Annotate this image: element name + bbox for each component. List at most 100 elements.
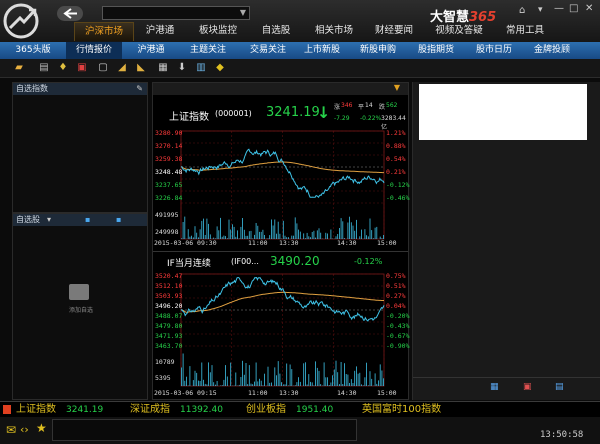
- volume-bar: [216, 381, 218, 386]
- diamond-icon[interactable]: ◆: [214, 62, 226, 74]
- subtab-trading[interactable]: 交易关注: [242, 42, 294, 59]
- print-icon[interactable]: ▤: [38, 62, 50, 74]
- ruler-icon[interactable]: ◢: [116, 62, 128, 74]
- subtab-quotes[interactable]: 行情报价: [66, 42, 122, 59]
- dropdown-icon[interactable]: ▾: [47, 214, 51, 226]
- volume-bar: [354, 370, 356, 386]
- volume-bar: [340, 362, 342, 386]
- list-icon[interactable]: ▤: [555, 382, 564, 392]
- volume-bar: [184, 380, 186, 386]
- email-icon[interactable]: ✉: [6, 423, 16, 437]
- window-icon-2[interactable]: ▪: [116, 214, 121, 226]
- chevron-down-icon[interactable]: ▼: [240, 8, 246, 17]
- volume-bar: [294, 385, 296, 386]
- chart-icon[interactable]: ▣: [76, 62, 88, 74]
- folder-icon[interactable]: ▰: [13, 62, 25, 74]
- ticker-value: 1951.40: [296, 405, 334, 415]
- subtab-hugangtong[interactable]: 沪港通: [128, 42, 174, 59]
- maximize-button[interactable]: □: [569, 3, 578, 14]
- volume-bar: [323, 362, 325, 386]
- ticker-value: 11392.40: [180, 405, 223, 415]
- volume-bar: [316, 230, 318, 239]
- minimize-button[interactable]: —: [554, 3, 564, 14]
- subtab-new-listings[interactable]: 上市新股: [296, 42, 348, 59]
- chevron-down-icon[interactable]: ▼: [394, 83, 400, 92]
- volume-bar: [220, 217, 221, 239]
- search-input[interactable]: ▼: [102, 6, 250, 20]
- chart1-xtick: 13:30: [279, 239, 299, 247]
- nav-tab-hushen[interactable]: 沪深市场: [74, 22, 134, 41]
- close-button[interactable]: ✕: [585, 3, 593, 14]
- volume-bar: [189, 366, 191, 386]
- volume-bar: [203, 379, 204, 386]
- monitor-icon[interactable]: ▢: [97, 62, 109, 74]
- volume-bar: [374, 373, 376, 386]
- home-icon[interactable]: ⌂: [519, 5, 525, 16]
- volume-bar: [228, 219, 230, 239]
- volume-bar: [250, 383, 252, 386]
- app-logo: [3, 3, 39, 39]
- grid-icon[interactable]: ▦: [157, 62, 169, 74]
- window-icon[interactable]: ▦: [490, 382, 499, 392]
- chart2-ytick: 3488.07: [155, 312, 183, 320]
- volume-bar: [208, 223, 209, 239]
- subtab-365-front[interactable]: 365头版: [10, 42, 56, 59]
- volume-bar: [313, 230, 315, 239]
- nav-arrows-icon[interactable]: ‹›: [20, 423, 29, 436]
- add-watchlist-icon[interactable]: [69, 284, 89, 300]
- wrench-icon[interactable]: ✎: [136, 83, 143, 95]
- message-area: [52, 419, 357, 441]
- volume-bar: [318, 370, 320, 386]
- nav-tab-hugangtong[interactable]: 沪港通: [134, 22, 186, 40]
- subtab-ipo[interactable]: 新股申购: [352, 42, 404, 59]
- chart1-canvas[interactable]: [153, 129, 408, 250]
- chart2-y-axis: 3520.47 3512.10 3503.93 3496.20 3488.07 …: [153, 272, 183, 397]
- chart2-header: IF当月连续 (IF00... 3490.20 -0.12%: [153, 251, 408, 271]
- volume-bar: [187, 229, 189, 239]
- download-icon[interactable]: ⬇: [176, 62, 188, 74]
- star-icon[interactable]: ★: [36, 421, 47, 435]
- watch-stock-panel: 自选股 ▾ ▪ ▪ 添加自选: [12, 213, 148, 400]
- chart1-ytick: 3248.48: [155, 168, 183, 176]
- chart2-ytick: 3520.47: [155, 272, 183, 280]
- volume-bar: [366, 362, 367, 386]
- ticker-name[interactable]: 深证成指: [130, 402, 170, 418]
- subtab-calendar[interactable]: 股市日历: [468, 42, 520, 59]
- triangle-ruler-icon[interactable]: ◣: [135, 62, 147, 74]
- bell-icon[interactable]: ♦: [57, 62, 69, 74]
- back-button[interactable]: [57, 6, 83, 21]
- chart2-canvas[interactable]: [153, 272, 408, 397]
- ticker-name[interactable]: 创业板指: [246, 402, 286, 418]
- nav-tab-finance-news[interactable]: 财经要闻: [365, 22, 423, 40]
- subtab-index-futures[interactable]: 股指期货: [410, 42, 462, 59]
- ad-banner[interactable]: [419, 84, 587, 140]
- volume-bar: [289, 364, 291, 386]
- window-icon[interactable]: ▪: [85, 214, 90, 226]
- volume-bar: [330, 229, 332, 239]
- add-watchlist-label: 添加自选: [68, 307, 93, 314]
- volume-bar: [381, 370, 383, 386]
- chart2-xtick: 13:30: [279, 389, 299, 397]
- nav-tab-tools[interactable]: 常用工具: [496, 22, 554, 40]
- nav-tab-video-qa[interactable]: 视频及答疑: [426, 22, 492, 40]
- chart1-xtick: 14:30: [337, 239, 357, 247]
- status-bar: ✉ ‹› ★ 13:50:58: [0, 417, 600, 444]
- volume-bar: [383, 378, 384, 386]
- volume-bar: [209, 372, 211, 386]
- volume-bar: [327, 377, 328, 386]
- nav-tab-sector-monitor[interactable]: 板块监控: [188, 22, 248, 40]
- settings-icon[interactable]: ▾: [538, 5, 543, 15]
- subtab-advisors[interactable]: 金牌投顾: [526, 42, 578, 59]
- ticker-name[interactable]: 上证指数: [16, 402, 56, 418]
- chart1-pct: -0.22%: [360, 115, 382, 122]
- nav-tab-watchlist[interactable]: 自选股: [250, 22, 302, 40]
- chart1-xtick: 2015-03-06 09:30: [154, 239, 217, 247]
- chart2-vol-tick: 5395: [155, 374, 171, 382]
- nav-tab-related-markets[interactable]: 相关市场: [305, 22, 363, 40]
- chart2-xtick: 14:30: [337, 389, 357, 397]
- chart-icon[interactable]: ▣: [523, 382, 532, 392]
- bar-chart-icon[interactable]: ▥: [195, 62, 207, 74]
- volume-bar: [242, 218, 243, 239]
- subtab-themes[interactable]: 主题关注: [182, 42, 234, 59]
- ticker-name[interactable]: 英国富时100指数: [362, 402, 441, 418]
